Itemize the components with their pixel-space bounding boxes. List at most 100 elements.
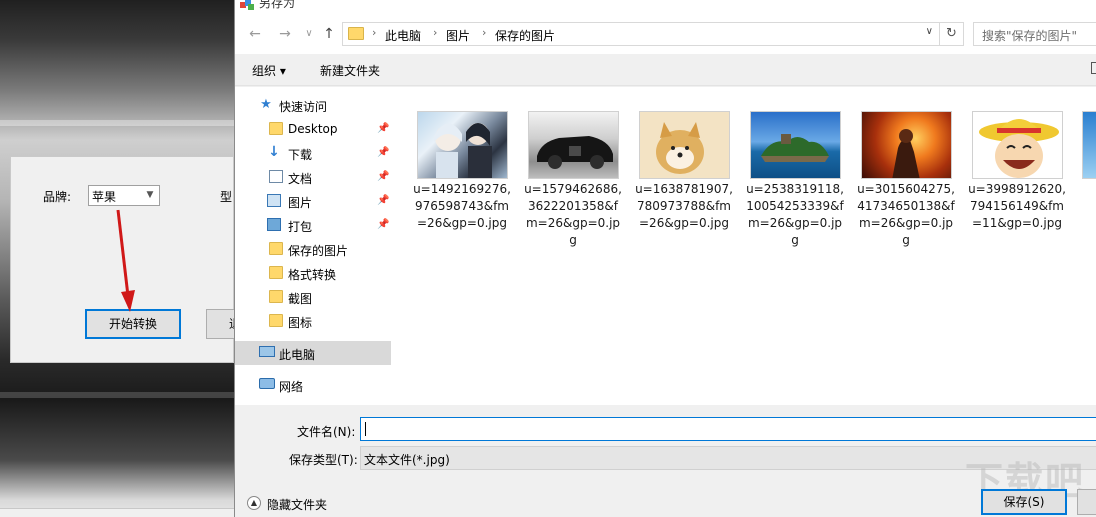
file-name: u=3998912620,794156149&fm=11&gp=0.jpg — [968, 182, 1066, 230]
folder-icon — [269, 122, 283, 135]
nav-item-downloads[interactable]: ↓ 下载 📌 — [235, 141, 391, 165]
nav-item-screenshots[interactable]: 截图 — [235, 285, 391, 309]
nav-item-network[interactable]: 网络 — [235, 373, 391, 397]
search-input[interactable]: 搜索"保存的图片" — [973, 22, 1096, 46]
nav-item-label: 格式转换 — [288, 268, 337, 282]
file-name: u=2538319118,10054253339&fm=26&gp=0.jpg — [746, 182, 844, 247]
nav-item-label: Desktop — [288, 122, 338, 136]
pin-icon: 📌 — [377, 195, 390, 206]
exit-button[interactable]: 退 — [206, 309, 234, 339]
breadcrumb-separator-icon[interactable]: › — [372, 26, 376, 39]
folder-icon — [269, 314, 283, 327]
nav-item-label: 打包 — [288, 220, 313, 234]
brand-select[interactable]: 苹果 ▼ — [88, 185, 160, 206]
nav-item-icons[interactable]: 图标 — [235, 309, 391, 333]
image-thumbnail — [750, 111, 841, 179]
nav-item-label: 保存的图片 — [288, 244, 349, 258]
breadcrumb-separator-icon[interactable]: › — [482, 26, 486, 39]
nav-item-pack[interactable]: 打包 📌 — [235, 213, 391, 237]
navigation-bar: ← → ∨ ↑ › 此电脑 › 图片 › 保存的图片 ∨ ↻ 搜索"保存的图片" — [235, 14, 1096, 54]
cancel-button[interactable] — [1077, 489, 1096, 515]
model-label: 型 — [220, 190, 233, 204]
view-options-icon[interactable] — [1091, 62, 1096, 74]
pin-icon: 📌 — [377, 147, 390, 158]
breadcrumb-saved-pictures[interactable]: 保存的图片 — [495, 27, 555, 44]
brand-select-value: 苹果 — [92, 190, 117, 204]
star-icon: ★ — [260, 97, 272, 112]
file-name: u=1492169276,976598743&fm=26&gp=0.jpg — [413, 182, 511, 230]
nav-item-label: 网络 — [279, 380, 304, 394]
background-app-window: 品牌: 苹果 ▼ 型 开始转换 退 — [0, 0, 234, 517]
command-toolbar: 组织 ▾ 新建文件夹 — [235, 54, 1096, 86]
save-button[interactable]: 保存(S) — [981, 489, 1067, 515]
file-list: u=1492169276,976598743&fm=26&gp=0.jpg u=… — [397, 87, 1096, 405]
address-bar[interactable]: › 此电脑 › 图片 › 保存的图片 ∨ — [342, 22, 940, 46]
filetype-value: 文本文件(*.jpg) — [364, 453, 450, 467]
nav-item-label: 此电脑 — [279, 348, 316, 362]
dialog-title: 另存为 — [259, 0, 296, 10]
package-icon — [267, 218, 281, 231]
pin-icon: 📌 — [377, 171, 390, 182]
nav-item-label: 图片 — [288, 196, 313, 210]
breadcrumb-pictures[interactable]: 图片 — [446, 27, 470, 44]
pin-icon: 📌 — [377, 123, 390, 134]
nav-item-this-pc[interactable]: 此电脑 — [235, 341, 391, 365]
up-arrow-icon[interactable]: ↑ — [317, 22, 341, 46]
brand-label: 品牌: — [43, 190, 72, 204]
nav-item-quick-access[interactable]: ★ 快速访问 — [235, 93, 391, 117]
breadcrumb-separator-icon[interactable]: › — [433, 26, 437, 39]
nav-item-desktop[interactable]: Desktop 📌 — [235, 117, 391, 141]
app-icon — [240, 0, 254, 10]
nav-item-documents[interactable]: 文档 📌 — [235, 165, 391, 189]
status-bar — [0, 508, 234, 517]
dialog-titlebar: 另存为 — [235, 0, 1096, 14]
image-thumbnail — [1082, 111, 1096, 179]
file-name: u=1638781907,780973788&fm=26&gp=0.jpg — [635, 182, 733, 230]
nav-item-label: 下载 — [288, 148, 313, 162]
folder-icon — [269, 242, 283, 255]
save-as-dialog: 另存为 ← → ∨ ↑ › 此电脑 › 图片 › 保存的图片 ∨ ↻ 搜索"保存… — [234, 0, 1096, 517]
nav-item-label: 快速访问 — [279, 100, 328, 114]
image-thumbnail — [417, 111, 508, 179]
refresh-icon[interactable]: ↻ — [940, 22, 964, 46]
breadcrumb-this-pc[interactable]: 此电脑 — [385, 27, 421, 44]
search-placeholder: 搜索"保存的图片" — [982, 29, 1078, 43]
filename-input[interactable] — [360, 417, 1096, 441]
organize-menu-button[interactable]: 组织 ▾ — [252, 62, 286, 79]
nav-item-saved-pictures[interactable]: 保存的图片 — [235, 237, 391, 261]
filetype-label: 保存类型(T): — [289, 453, 358, 467]
back-arrow-icon[interactable]: ← — [243, 22, 267, 46]
folder-icon — [348, 27, 364, 40]
image-thumbnail — [861, 111, 952, 179]
image-thumbnail — [972, 111, 1063, 179]
pin-icon: 📌 — [377, 219, 390, 230]
folder-icon — [269, 266, 283, 279]
file-name: u=3015604275,41734650138&fm=26&gp=0.jpg — [857, 182, 955, 247]
nav-item-label: 文档 — [288, 172, 313, 186]
new-folder-button[interactable]: 新建文件夹 — [320, 62, 380, 79]
pictures-icon — [267, 194, 281, 207]
text-caret — [365, 422, 366, 436]
network-icon — [259, 378, 275, 389]
document-icon — [269, 170, 283, 183]
chevron-up-icon: ▲ — [247, 496, 261, 510]
start-convert-button[interactable]: 开始转换 — [85, 309, 181, 339]
filename-label: 文件名(N): — [297, 425, 356, 439]
nav-item-pictures[interactable]: 图片 📌 — [235, 189, 391, 213]
chevron-down-icon: ▼ — [146, 190, 154, 200]
nav-item-label: 图标 — [288, 316, 313, 330]
nav-item-label: 截图 — [288, 292, 313, 306]
image-thumbnail — [528, 111, 619, 179]
forward-arrow-icon[interactable]: → — [273, 22, 297, 46]
hide-folders-label: 隐藏文件夹 — [267, 498, 328, 512]
image-thumbnail — [639, 111, 730, 179]
file-name: u=1579462686,3622201358&fm=26&gp=0.jpg — [524, 182, 622, 247]
download-icon: ↓ — [268, 144, 280, 160]
save-options-panel: 文件名(N): 保存类型(T): 文本文件(*.jpg) 下载吧 ▲ 隐藏文件夹… — [235, 405, 1096, 517]
car-highlight — [0, 120, 234, 126]
navigation-pane: ★ 快速访问 Desktop 📌 ↓ 下载 📌 文档 📌 图片 📌 打包 📌 保… — [235, 87, 391, 405]
chevron-down-icon[interactable]: ∨ — [926, 26, 933, 37]
nav-item-format-convert[interactable]: 格式转换 — [235, 261, 391, 285]
folder-icon — [269, 290, 283, 303]
conversion-settings-panel: 品牌: 苹果 ▼ 型 开始转换 退 — [10, 156, 234, 363]
